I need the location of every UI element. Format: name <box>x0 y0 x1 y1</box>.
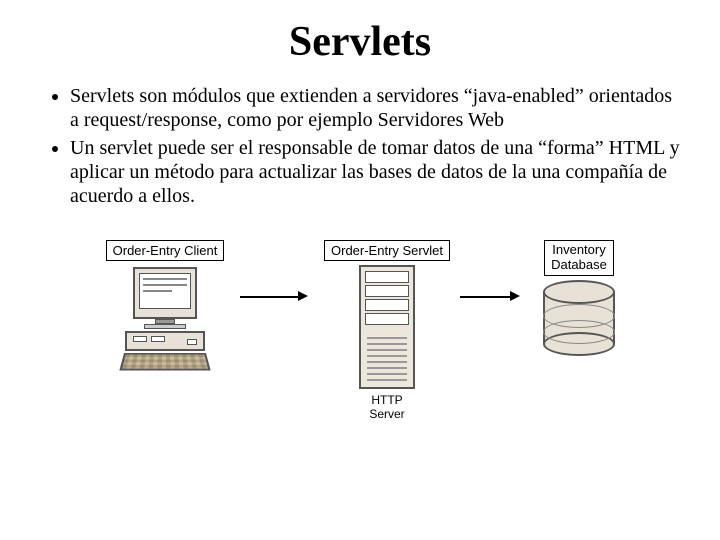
client-label: Order-Entry Client <box>106 240 225 261</box>
bullet-item: Servlets son módulos que extienden a ser… <box>70 84 680 132</box>
server-caption: HTTP Server <box>312 393 462 421</box>
architecture-diagram: Order-Entry Client <box>80 220 640 440</box>
database-icon <box>543 280 615 356</box>
server-node: Order-Entry Servlet HTTP Server <box>312 240 462 421</box>
slide-title: Servlets <box>40 18 680 66</box>
servlet-label: Order-Entry Servlet <box>324 240 450 261</box>
arrow-line <box>460 296 512 298</box>
bullet-item: Un servlet puede ser el responsable de t… <box>70 136 680 208</box>
database-label: Inventory Database <box>544 240 614 276</box>
client-node: Order-Entry Client <box>90 240 240 367</box>
slide: Servlets Servlets son módulos que extien… <box>0 0 720 540</box>
computer-icon <box>120 267 210 367</box>
bullet-list: Servlets son módulos que extienden a ser… <box>40 84 680 208</box>
arrow-line <box>240 296 300 298</box>
server-icon <box>359 265 415 389</box>
arrow-icon <box>510 291 520 301</box>
arrow-icon <box>298 291 308 301</box>
database-node: Inventory Database <box>524 240 634 356</box>
